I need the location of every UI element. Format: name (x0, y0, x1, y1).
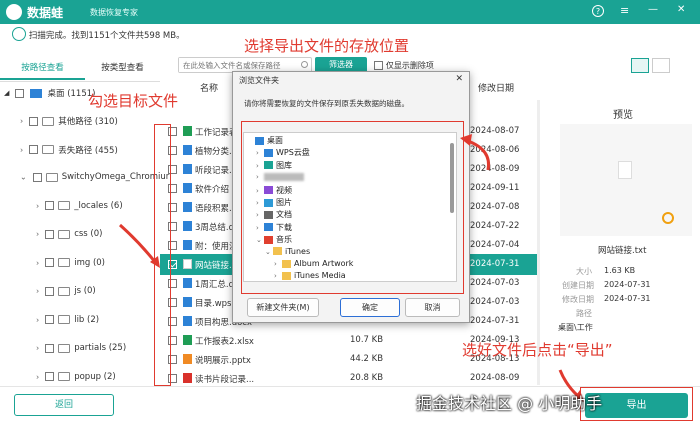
arrow-to-dialog (467, 139, 491, 171)
annotation-arrows (118, 134, 584, 402)
watermark: 掘金技术社区 @ 小明助手 (416, 394, 603, 413)
arrow-to-checkbox (118, 223, 157, 263)
arrow-head-dialog (460, 134, 472, 146)
